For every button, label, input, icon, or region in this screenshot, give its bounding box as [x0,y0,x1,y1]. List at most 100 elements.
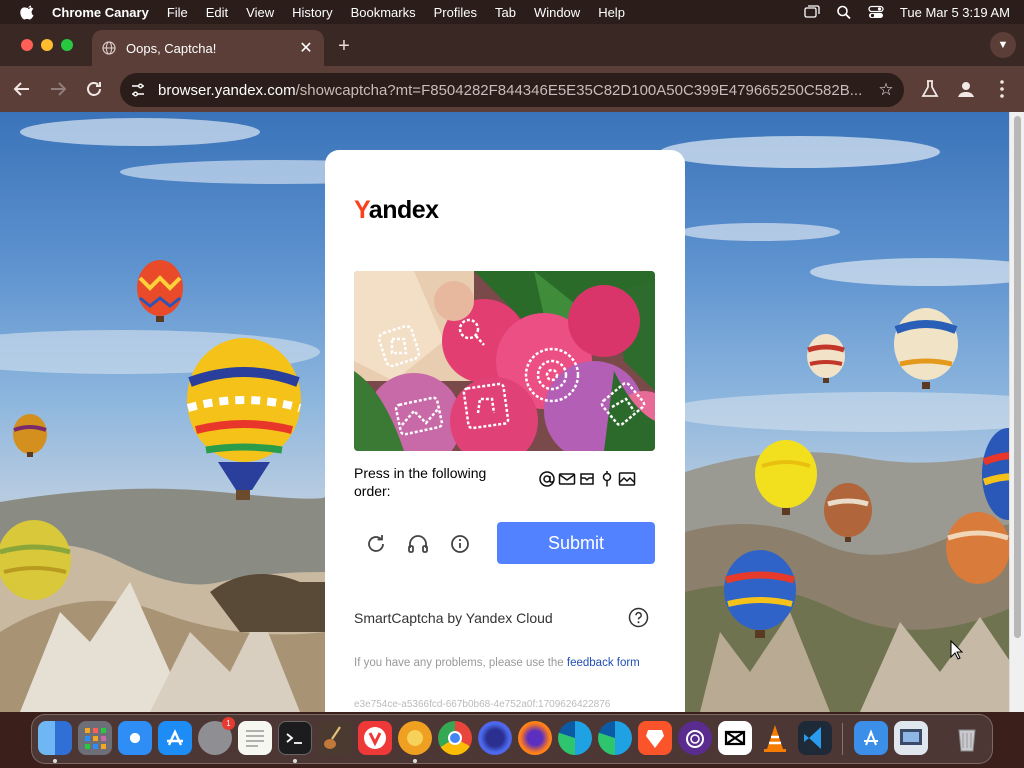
browser-tab-strip: Oops, Captcha! ✕ + ▼ [0,24,1024,66]
chrome-canary-icon[interactable] [398,721,432,755]
edge-icon[interactable] [558,721,592,755]
reload-button[interactable] [82,77,106,101]
globe-icon [102,41,116,55]
captcha-info-button[interactable] [447,531,473,557]
firefox-nightly-icon[interactable] [478,721,512,755]
scrollbar-thumb[interactable] [1014,116,1021,638]
launchpad-grid-icon [85,728,106,749]
logo-rest: andex [368,196,439,224]
captcha-instruction: Press in the following order: [354,465,487,499]
textedit-icon[interactable] [238,721,272,755]
audio-captcha-button[interactable] [405,531,431,557]
bookmark-star-icon[interactable]: ☆ [868,80,904,100]
menu-view[interactable]: View [237,5,283,20]
menu-history[interactable]: History [283,5,341,20]
browser-menu-button[interactable] [990,77,1014,101]
menu-file[interactable]: File [158,5,197,20]
document-lines-icon [246,730,264,747]
spotlight-search-icon[interactable] [836,5,852,19]
menu-window[interactable]: Window [525,5,589,20]
guitar-icon [324,726,341,749]
site-info-icon[interactable] [129,81,147,99]
chrome-center-icon [448,731,462,745]
tab-oops-captcha[interactable]: Oops, Captcha! ✕ [92,30,324,66]
menu-tab[interactable]: Tab [486,5,525,20]
menu-app-name[interactable]: Chrome Canary [42,5,158,20]
reload-icon [87,82,101,96]
refresh-captcha-button[interactable] [363,531,389,557]
vivaldi-icon[interactable] [358,721,392,755]
menu-help[interactable]: Help [589,5,634,20]
menu-edit[interactable]: Edit [197,5,237,20]
problems-notice: If you have any problems, please use the… [354,655,644,671]
image-icon [618,472,636,486]
browser-toolbar: browser.yandex.com/showcaptcha?mt=F85042… [0,66,1024,112]
screenshot-stack-icon [900,729,922,745]
arrow-left-icon [13,82,29,96]
terminal-icon[interactable] [278,721,312,755]
page-scrollbar[interactable] [1009,112,1024,712]
vivaldi-v-icon [364,727,386,749]
finder-icon[interactable] [38,721,72,755]
apple-logo-icon[interactable] [14,4,42,20]
chrome-icon[interactable] [438,721,472,755]
vscode-icon[interactable] [798,721,832,755]
safari-icon[interactable] [118,721,152,755]
capcut-icon[interactable] [718,721,752,755]
new-tab-button[interactable]: + [333,35,355,57]
address-bar[interactable]: browser.yandex.com/showcaptcha?mt=F85042… [120,73,904,107]
instruments-icon[interactable] [318,721,352,755]
profile-button[interactable] [954,77,978,101]
vlc-icon[interactable] [758,721,792,755]
window-zoom-button[interactable] [61,39,73,51]
menubar-clock[interactable]: Tue Mar 5 3:19 AM [900,5,1010,20]
tab-close-icon[interactable]: ✕ [298,38,314,58]
capcut-logo-icon [724,730,746,746]
captcha-image[interactable] [354,271,655,451]
submit-button[interactable]: Submit [497,522,655,564]
trash-icon[interactable] [950,721,984,755]
tab-search-button[interactable]: ▼ [990,32,1016,58]
control-center-icon[interactable] [868,5,884,19]
smartcaptcha-brand: SmartCaptcha by Yandex Cloud [354,610,553,626]
tor-browser-icon[interactable] [678,721,712,755]
labs-button[interactable] [918,77,942,101]
mouse-pointer-icon [950,640,964,660]
app-store-icon[interactable] [158,721,192,755]
downloads-folder-icon[interactable] [854,721,888,755]
url-text[interactable]: browser.yandex.com/showcaptcha?mt=F85042… [158,82,868,99]
kebab-menu-icon [1000,80,1004,98]
captcha-flowers-image[interactable] [354,271,655,451]
flask-icon [921,80,939,97]
vscode-logo-icon [804,727,821,749]
window-switcher-icon[interactable] [804,5,820,19]
balloon-striped-right [807,334,845,383]
envelope-icon [558,473,576,485]
captcha-session-id: e3e754ce-a5366fcd-667b0b68-4e752a0f:1709… [354,699,611,710]
help-button[interactable] [628,607,649,628]
brave-icon[interactable] [638,721,672,755]
back-button[interactable] [10,77,34,101]
screenshot-folder-icon[interactable] [894,721,928,755]
window-close-button[interactable] [21,39,33,51]
window-minimize-button[interactable] [41,39,53,51]
edge-canary-icon[interactable] [598,721,632,755]
tab-title: Oops, Captcha! [126,40,217,56]
menu-profiles[interactable]: Profiles [425,5,486,20]
launchpad-icon[interactable] [78,721,112,755]
macos-menu-bar: Chrome Canary File Edit View History Boo… [0,0,1024,24]
balloon-orange-far-right [946,512,1010,584]
arrow-right-icon [51,82,67,96]
balloon-small-top-left [137,260,183,322]
system-settings-icon[interactable]: 1 [198,717,235,755]
balloon-large-left [186,338,302,500]
menu-bookmarks[interactable]: Bookmarks [342,5,425,20]
tor-onion-icon [686,730,704,748]
firefox-icon[interactable] [518,721,552,755]
feedback-form-link[interactable]: feedback form [567,657,640,669]
canary-running-dot [413,759,417,763]
brave-lion-icon [646,730,664,748]
balloon-small-left-edge [13,414,47,457]
forward-button[interactable] [46,77,70,101]
profile-icon [958,82,974,97]
